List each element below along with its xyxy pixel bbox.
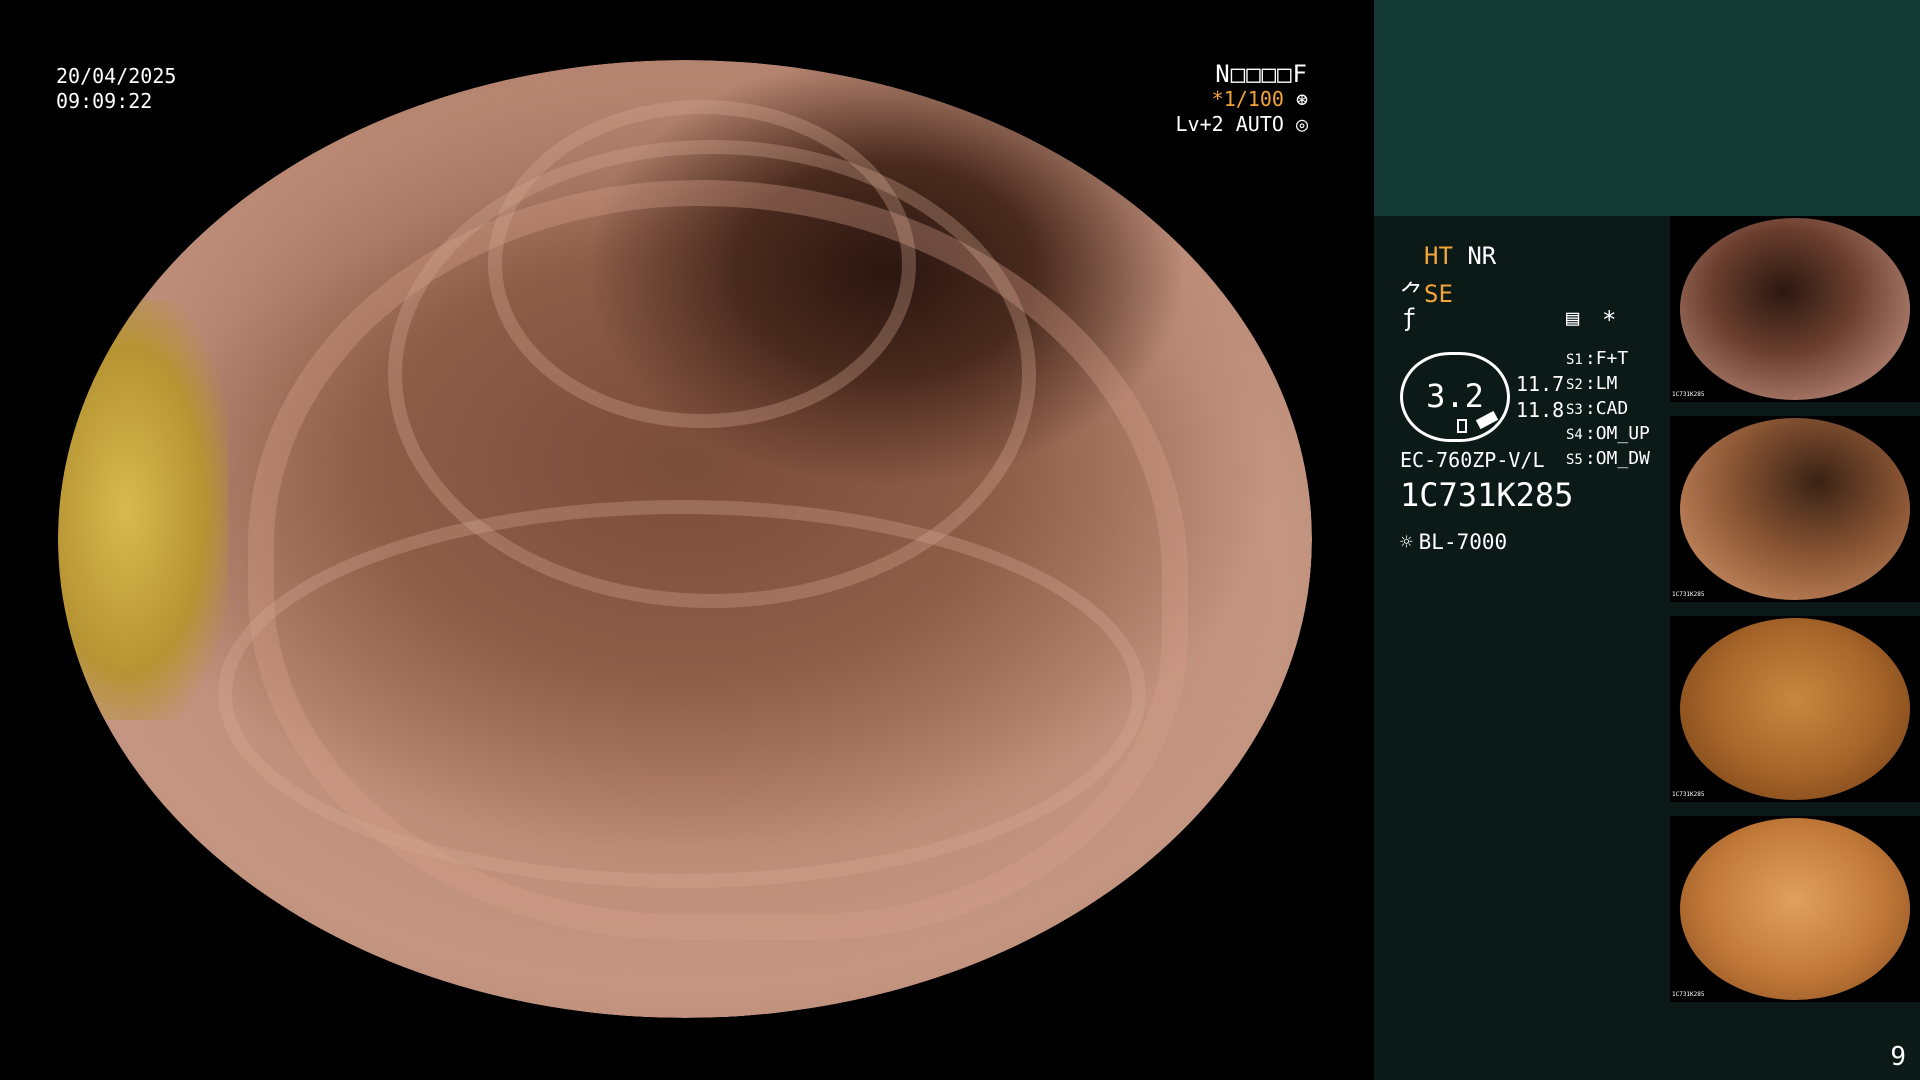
scope-model: EC-760ZP-V/L xyxy=(1400,448,1545,472)
zoom-value: 3.2 xyxy=(1426,377,1484,415)
auto-iris-icon: ◎ xyxy=(1295,112,1308,136)
slot-key: S1 xyxy=(1566,352,1583,368)
se-indicator: SE xyxy=(1424,280,1453,308)
slot-key: S5 xyxy=(1566,452,1583,468)
level-row: Lv+2 AUTO ◎ xyxy=(1176,112,1308,137)
thumbnail-image xyxy=(1680,418,1910,600)
light-source-model: BL-7000 xyxy=(1418,530,1508,554)
brightness-level: Lv+2 xyxy=(1175,112,1224,136)
slot-s4: S4:OM_UP xyxy=(1566,423,1650,444)
capture-thumbnail[interactable]: 1C731K285 xyxy=(1670,216,1920,402)
zoom-gauge: 3.2 xyxy=(1400,352,1510,442)
slot-s1: S1:F+T xyxy=(1566,348,1629,369)
gauge-marker xyxy=(1457,419,1467,433)
time-text: 09:09:22 xyxy=(56,89,153,113)
capture-thumbnail[interactable]: 1C731K285 xyxy=(1670,416,1920,602)
thumbnail-image xyxy=(1680,218,1910,400)
slot-s3: S3:CAD xyxy=(1566,398,1629,419)
slot-key: S3 xyxy=(1566,402,1583,418)
ht-indicator: HT xyxy=(1424,242,1453,270)
thumbnail-label: 1C731K285 xyxy=(1672,791,1705,798)
star-indicator: * xyxy=(1602,306,1617,334)
slot-value: CAD xyxy=(1595,398,1629,419)
sharpness-icon: ƒ xyxy=(1402,304,1417,332)
slot-value: LM xyxy=(1595,373,1618,394)
capture-settings: N□□□□F *1/100 ⊛ Lv+2 AUTO ◎ xyxy=(1176,62,1308,137)
light-source-icon: ☼ xyxy=(1400,530,1413,554)
date-text: 20/04/2025 xyxy=(56,64,177,88)
page-number: 9 xyxy=(1890,1042,1906,1072)
thumbnail-image xyxy=(1680,818,1910,1000)
shutter-row: *1/100 ⊛ xyxy=(1176,87,1308,112)
gauge-value-2: 11.8 xyxy=(1516,398,1565,422)
thumbnail-image xyxy=(1680,618,1910,800)
slot-value: F+T xyxy=(1595,348,1629,369)
info-panel-header xyxy=(1374,0,1920,216)
slot-key: S2 xyxy=(1566,377,1583,393)
date-time-display: 20/04/2025 09:09:22 xyxy=(56,64,176,114)
ht-nr-row: HT NR xyxy=(1424,242,1496,270)
light-source: ☼ BL-7000 xyxy=(1400,530,1507,554)
patient-id: N□□□□F xyxy=(1215,60,1308,88)
endoscopic-view xyxy=(58,60,1312,1018)
slot-key: S4 xyxy=(1566,427,1583,443)
scope-serial: 1C731K285 xyxy=(1400,476,1574,514)
notes-icon: ▤ xyxy=(1566,306,1580,331)
thumbnail-label: 1C731K285 xyxy=(1672,391,1705,398)
slot-s2: S2:LM xyxy=(1566,373,1618,394)
capture-thumbnail[interactable]: 1C731K285 xyxy=(1670,816,1920,1002)
slot-value: OM_UP xyxy=(1595,423,1650,444)
slot-s5: S5:OM_DW xyxy=(1566,448,1650,469)
aperture-icon: ⊛ xyxy=(1295,87,1308,111)
mucosal-fold xyxy=(488,100,916,428)
thumbnail-label: 1C731K285 xyxy=(1672,991,1705,998)
capture-thumbnail[interactable]: 1C731K285 xyxy=(1670,616,1920,802)
gauge-value-1: 11.7 xyxy=(1516,372,1565,396)
mucosal-fold xyxy=(218,500,1146,888)
iris-mode: AUTO xyxy=(1235,112,1284,136)
shutter-speed: *1/100 xyxy=(1211,87,1284,111)
slot-value: OM_DW xyxy=(1595,448,1650,469)
thumbnail-label: 1C731K285 xyxy=(1672,591,1705,598)
nr-indicator: NR xyxy=(1467,242,1497,270)
